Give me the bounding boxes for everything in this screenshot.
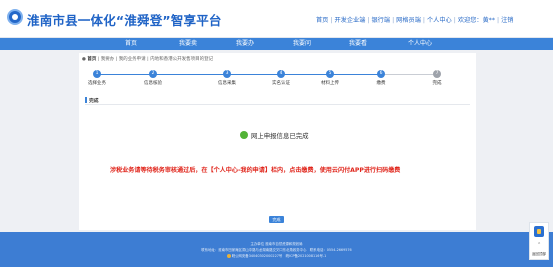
step-6-label: 缴费	[376, 81, 386, 86]
separator: |	[453, 17, 456, 24]
step-connector-line-pending	[381, 74, 437, 75]
progress-steps: 1 选择业务 2 信息核验 3 信息采集 4 实名认证 5 材料上传 6 缴费 …	[79, 68, 476, 90]
back-to-top-label[interactable]: 返回顶部	[532, 252, 546, 257]
step-2-marker: 2	[149, 70, 157, 78]
section-accent-bar	[85, 97, 87, 103]
tax-payment-notice: 涉税业务请等待税务审核通过后，在【个人中心-我的申请】栏内，点击缴费，使用云闪付…	[110, 167, 401, 174]
section-header: 完成	[85, 96, 470, 105]
step-1-marker: 1	[93, 70, 101, 78]
step-connector-line	[97, 74, 417, 75]
top-link-personal-center[interactable]: 个人中心	[427, 15, 452, 24]
nav-item-sell[interactable]: 我要卖	[158, 38, 218, 50]
step-3-marker: 3	[223, 70, 231, 78]
step-2-label: 信息核验	[144, 81, 162, 86]
top-link-home[interactable]: 首页	[316, 15, 328, 24]
breadcrumb-home[interactable]: 首页	[87, 57, 96, 62]
breadcrumb-item-current: 内地和香港公开发售项目的登记	[150, 57, 214, 62]
success-message: 网上申报信息已完成	[251, 132, 309, 140]
side-widget[interactable]: ⌃ 返回顶部	[529, 222, 549, 260]
separator: |	[392, 17, 395, 24]
footer-registration: 皖公网安备34040302000227号 皖ICP备2021008116号-1	[0, 253, 553, 258]
breadcrumb-separator: |	[147, 57, 149, 62]
step-4-marker: 4	[277, 70, 285, 78]
chevron-up-icon[interactable]: ⌃	[537, 242, 541, 248]
success-check-icon	[240, 131, 248, 139]
separator: |	[496, 17, 500, 24]
police-badge-icon	[226, 254, 231, 258]
step-5-marker: 5	[326, 70, 334, 78]
top-link-grid[interactable]: 网格员端	[396, 15, 421, 24]
breadcrumb: ● 首页 | 我要办 | 我的业务申请 | 内地和香港公开发售项目的登记	[82, 56, 213, 62]
top-link-bank[interactable]: 银行端	[372, 15, 391, 24]
separator: |	[330, 17, 333, 24]
step-4-label: 实名认证	[272, 81, 290, 86]
step-1-label: 选择业务	[88, 81, 106, 86]
top-link-developer[interactable]: 开发企业端	[334, 15, 365, 24]
footer-sponsor: 主办单位 淮南市自然资源和规划局	[250, 242, 303, 246]
separator: |	[422, 17, 425, 24]
nav-item-view[interactable]: 我要看	[328, 38, 388, 50]
footer-contact: 联系地址：淮南市田家庵区洞山中路与龙湖南路交叉口东北角政务中心 联系电话：055…	[201, 248, 352, 252]
location-pin-icon: ●	[82, 57, 86, 62]
breadcrumb-item[interactable]: 我要办	[101, 57, 115, 62]
logout-link[interactable]: 注销	[501, 15, 513, 24]
step-5-label: 材料上传	[321, 81, 339, 86]
nav-item-ask[interactable]: 我要问	[272, 38, 332, 50]
breadcrumb-separator: |	[97, 57, 100, 62]
footer-registration-text: 皖公网安备34040302000227号 皖ICP备2021008116号-1	[231, 254, 327, 258]
step-7-label: 完成	[432, 81, 442, 86]
breadcrumb-item[interactable]: 我的业务申请	[119, 57, 146, 62]
separator: |	[367, 17, 370, 24]
nav-item-personal-center[interactable]: 个人中心	[390, 38, 450, 50]
nav-item-handle[interactable]: 我要办	[215, 38, 275, 50]
section-title: 完成	[89, 99, 99, 104]
nav-item-home[interactable]: 首页	[101, 38, 161, 50]
step-6-marker: 6	[377, 70, 385, 78]
site-footer: 主办单位 淮南市自然资源和规划局 联系地址：淮南市田家庵区洞山中路与龙湖南路交叉…	[0, 232, 553, 267]
site-logo-icon	[7, 9, 23, 25]
step-3-label: 信息采集	[218, 81, 236, 86]
site-header: 淮南市县一体化“淮舜登”智享平台 首页 | 开发企业端 | 银行端 | 网格员端 | 个人中心 |…	[0, 0, 553, 38]
step-7-marker: 7	[433, 70, 441, 78]
top-links: 首页 | 开发企业端 | 银行端 | 网格员端 | 个人中心 | 欢迎您：黄** | 注销	[316, 15, 513, 24]
welcome-user: 欢迎您：黄**	[457, 17, 495, 24]
site-title: 淮南市县一体化“淮舜登”智享平台	[27, 13, 222, 28]
app-logo-icon	[534, 226, 544, 237]
main-nav: 首页 我要卖 我要办 我要问 我要看 个人中心	[0, 38, 553, 50]
finish-button[interactable]: 完成	[269, 216, 284, 223]
breadcrumb-separator: |	[115, 57, 118, 62]
